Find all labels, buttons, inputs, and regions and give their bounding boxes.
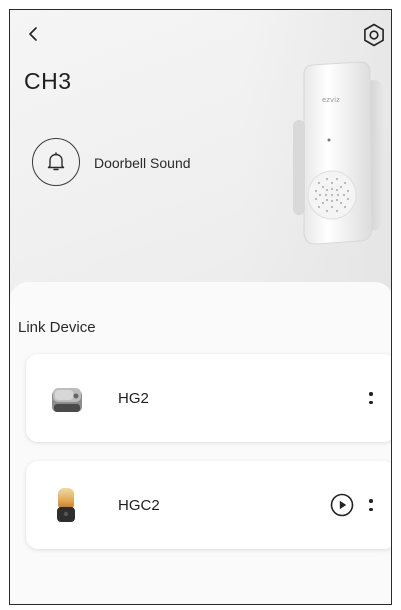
settings-button[interactable] [361, 22, 387, 48]
device-name: HG2 [118, 390, 149, 407]
gear-icon [364, 23, 384, 47]
brand-logo: ezviz [322, 96, 340, 104]
device-name: HGC2 [118, 497, 160, 514]
page-title: CH3 [24, 68, 72, 94]
device-header: CH3 Doorbell Sound ezviz [10, 10, 391, 292]
linked-device-card[interactable]: HGC2 [26, 461, 391, 549]
bell-icon [47, 152, 65, 171]
back-button[interactable] [24, 24, 44, 44]
app-screen: CH3 Doorbell Sound ezviz Link Device HG2… [9, 9, 392, 605]
linked-device-card[interactable]: HG2 [26, 354, 391, 442]
lamp-camera-device-icon [46, 485, 86, 525]
more-options-button[interactable] [364, 384, 378, 412]
more-options-button[interactable] [364, 491, 378, 519]
doorbell-sound-label: Doorbell Sound [94, 155, 191, 171]
link-device-panel: Link Device HG2 HGC2 [10, 282, 391, 604]
more-vertical-icon [369, 392, 373, 396]
chime-device-image: ezviz [282, 60, 387, 250]
more-vertical-icon [369, 499, 373, 503]
doorbell-sound-button[interactable] [32, 138, 80, 186]
play-circle-icon [330, 493, 354, 517]
section-title: Link Device [18, 319, 96, 336]
chevron-left-icon [29, 27, 37, 41]
play-button[interactable] [330, 493, 354, 517]
camera-device-icon [46, 378, 86, 418]
